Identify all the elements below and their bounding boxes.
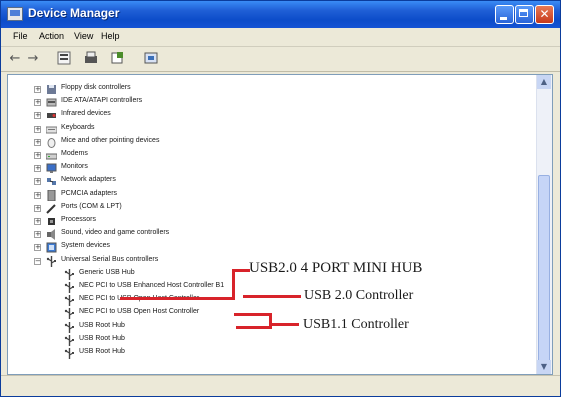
usb11-pointer-line bbox=[269, 323, 299, 326]
tree-item-label: Universal Serial Bus controllers bbox=[61, 255, 159, 263]
tree-item-label: Keyboards bbox=[61, 123, 95, 131]
status-bar bbox=[1, 375, 560, 396]
title-bar[interactable]: Device Manager ✕ bbox=[1, 1, 560, 28]
system-icon bbox=[46, 242, 57, 253]
usb-icon bbox=[46, 255, 56, 267]
usb-icon bbox=[64, 334, 74, 346]
forward-arrow-icon[interactable]: → bbox=[25, 51, 41, 67]
usb11-pointer-line-1 bbox=[234, 313, 272, 316]
menu-file[interactable]: File bbox=[13, 31, 28, 41]
mouse-icon bbox=[47, 137, 56, 148]
usb-icon bbox=[64, 282, 74, 293]
tree-item-label: Monitors bbox=[61, 163, 88, 171]
expand-toggle-icon[interactable]: + bbox=[34, 178, 41, 186]
hub-pointer-line-top bbox=[232, 269, 250, 272]
tree-item-label: NEC PCI to USB Open Host Controller bbox=[79, 308, 200, 316]
tree-item-label: System devices bbox=[61, 242, 111, 250]
hub-pointer-line bbox=[120, 297, 233, 300]
update-icon[interactable] bbox=[109, 51, 125, 67]
scroll-thumb[interactable] bbox=[538, 175, 550, 371]
tree-item-label: Ports (COM & LPT) bbox=[61, 202, 122, 210]
processor-icon bbox=[48, 218, 55, 225]
tree-device-row[interactable]: USB Root Hub bbox=[8, 346, 528, 361]
expand-toggle-icon[interactable]: + bbox=[34, 244, 41, 252]
expand-toggle-icon[interactable]: + bbox=[34, 191, 41, 199]
usb-icon bbox=[64, 308, 74, 320]
expand-toggle-icon[interactable]: + bbox=[34, 112, 41, 120]
usb-icon bbox=[64, 295, 74, 307]
expand-toggle-icon[interactable]: + bbox=[34, 218, 41, 225]
device-manager-icon bbox=[7, 7, 23, 21]
device-manager-window: Device Manager ✕ File Action View Help ←… bbox=[0, 0, 561, 397]
maximize-button[interactable] bbox=[515, 5, 534, 24]
hub-pointer-line-vertical bbox=[232, 269, 235, 300]
sound-icon bbox=[47, 229, 55, 241]
menu-view[interactable]: View bbox=[74, 31, 93, 41]
tree-item-label: Processors bbox=[61, 216, 97, 223]
expand-toggle-icon[interactable]: + bbox=[34, 231, 41, 239]
collapse-toggle-icon[interactable]: − bbox=[34, 257, 41, 265]
keyboard-icon bbox=[46, 126, 57, 134]
expand-toggle-icon[interactable]: + bbox=[34, 152, 41, 159]
scan-icon[interactable] bbox=[143, 51, 159, 67]
expand-toggle-icon[interactable]: + bbox=[34, 86, 41, 93]
tree-item-label: IDE ATA/ATAPI controllers bbox=[61, 97, 143, 105]
minimize-button[interactable] bbox=[495, 5, 514, 24]
tree-item-label: Mice and other pointing devices bbox=[61, 136, 160, 144]
menu-bar: File Action View Help bbox=[1, 28, 560, 47]
expand-toggle-icon[interactable]: + bbox=[34, 165, 41, 173]
toolbar: ← → bbox=[1, 47, 560, 72]
expand-toggle-icon[interactable]: + bbox=[34, 138, 41, 146]
menu-action[interactable]: Action bbox=[39, 31, 64, 41]
usb11-pointer-line-2 bbox=[236, 326, 272, 329]
usb-icon bbox=[64, 268, 74, 280]
network-icon bbox=[47, 178, 56, 186]
tree-item-label: USB Root Hub bbox=[79, 334, 125, 342]
tree-item-label: NEC PCI to USB Enhanced Host Controller … bbox=[79, 282, 225, 289]
tree-item-label: USB Root Hub bbox=[79, 348, 125, 355]
usb20-pointer-line bbox=[243, 295, 301, 298]
port-icon bbox=[46, 204, 56, 214]
vertical-scrollbar[interactable]: ▲ ▼ bbox=[536, 75, 552, 374]
monitor-icon bbox=[46, 163, 57, 174]
expand-toggle-icon[interactable]: + bbox=[34, 204, 41, 212]
tree-item-label: Infrared devices bbox=[61, 110, 111, 118]
modem-icon bbox=[46, 153, 57, 160]
usb11-pointer-bracket bbox=[269, 313, 272, 329]
window-title: Device Manager bbox=[28, 6, 120, 20]
tree-item-label: Generic USB Hub bbox=[79, 268, 135, 276]
tree-item-label: Floppy disk controllers bbox=[61, 84, 131, 91]
floppy-icon bbox=[47, 85, 56, 94]
back-arrow-icon[interactable]: ← bbox=[7, 51, 23, 67]
expand-toggle-icon[interactable]: + bbox=[34, 99, 41, 107]
annotation-usb20-controller: USB 2.0 Controller bbox=[304, 288, 414, 303]
tree-item-label: Network adapters bbox=[61, 176, 116, 184]
pcmcia-icon bbox=[47, 189, 56, 201]
scroll-down-button[interactable]: ▼ bbox=[537, 360, 551, 374]
tree-item-label: Sound, video and game controllers bbox=[61, 229, 170, 237]
close-button[interactable]: ✕ bbox=[535, 5, 554, 24]
tree-item-label: Modems bbox=[61, 150, 88, 157]
usb-icon bbox=[64, 321, 74, 333]
properties-icon[interactable] bbox=[56, 51, 72, 67]
tree-item-label: USB Root Hub bbox=[79, 321, 125, 329]
annotation-usb-hub: USB2.0 4 PORT MINI HUB bbox=[249, 260, 423, 276]
usb-icon bbox=[64, 348, 74, 359]
scroll-up-button[interactable]: ▲ bbox=[537, 75, 551, 89]
print-icon[interactable] bbox=[83, 51, 99, 67]
ide-icon bbox=[46, 98, 57, 107]
annotation-usb11-controller: USB1.1 Controller bbox=[303, 317, 409, 332]
infrared-icon bbox=[47, 113, 56, 119]
expand-toggle-icon[interactable]: + bbox=[34, 125, 41, 133]
menu-help[interactable]: Help bbox=[101, 31, 120, 41]
tree-item-label: PCMCIA adapters bbox=[61, 189, 118, 197]
device-tree-panel[interactable]: + Floppy disk controllers + IDE ATA/ATAPI c… bbox=[7, 74, 553, 375]
